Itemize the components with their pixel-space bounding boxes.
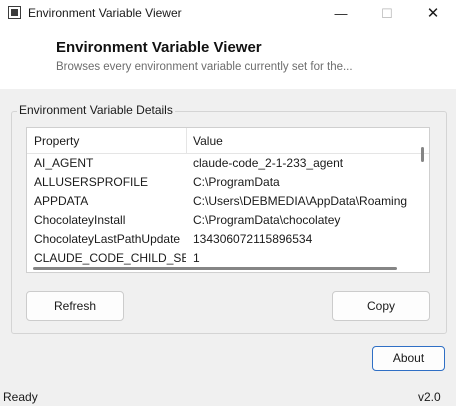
value-cell: C:\ProgramData\chocolatey: [193, 213, 341, 227]
table-row[interactable]: APPDATA C:\Users\DEBMEDIA\AppData\Roamin…: [27, 192, 417, 211]
table-row[interactable]: CLAUDE_CODE_CHILD_SES... 1: [27, 249, 417, 268]
status-bar: Ready v2.0: [0, 388, 456, 406]
column-header-value[interactable]: Value: [193, 134, 223, 148]
page-subtitle: Browses every environment variable curre…: [56, 61, 353, 73]
title-bar: Environment Variable Viewer — ☐ ✕: [0, 0, 456, 27]
copy-button[interactable]: Copy: [332, 291, 430, 321]
value-cell: 1: [193, 251, 200, 265]
property-cell: ChocolateyLastPathUpdate: [34, 232, 181, 246]
value-cell: C:\Users\DEBMEDIA\AppData\Roaming: [193, 194, 408, 208]
horizontal-scrollbar[interactable]: [33, 267, 397, 270]
property-cell: APPDATA: [34, 194, 89, 208]
table-row[interactable]: ChocolateyLastPathUpdate 134306072115896…: [27, 230, 417, 249]
column-separator[interactable]: [186, 128, 187, 154]
table-row[interactable]: ChocolateyInstall C:\ProgramData\chocola…: [27, 211, 417, 230]
minimize-button[interactable]: —: [318, 0, 364, 27]
status-text: Ready: [3, 390, 38, 404]
maximize-button[interactable]: ☐: [364, 0, 410, 27]
group-legend: Environment Variable Details: [17, 103, 175, 117]
window-title: Environment Variable Viewer: [28, 6, 182, 20]
table-row[interactable]: AI_AGENT claude-code_2-1-233_agent: [27, 154, 417, 173]
version-label: v2.0: [418, 390, 441, 404]
list-header: Property Value: [27, 128, 429, 154]
value-cell: 134306072115896534: [193, 232, 313, 246]
property-cell: ALLUSERSPROFILE: [34, 175, 149, 189]
property-cell: AI_AGENT: [34, 156, 94, 170]
vertical-scrollbar[interactable]: [421, 147, 424, 162]
property-cell: ChocolateyInstall: [34, 213, 126, 227]
value-cell: C:\ProgramData: [193, 175, 280, 189]
environment-variable-list[interactable]: Property Value AI_AGENT claude-code_2-1-…: [26, 127, 430, 273]
about-button[interactable]: About: [372, 346, 445, 371]
column-header-property[interactable]: Property: [34, 134, 79, 148]
property-cell: CLAUDE_CODE_CHILD_SES...: [34, 251, 186, 265]
table-row[interactable]: ALLUSERSPROFILE C:\ProgramData: [27, 173, 417, 192]
list-rows: AI_AGENT claude-code_2-1-233_agent ALLUS…: [27, 154, 417, 268]
close-button[interactable]: ✕: [410, 0, 456, 27]
page-title: Environment Variable Viewer: [56, 39, 262, 56]
header-panel: Environment Variable Viewer Browses ever…: [0, 27, 456, 89]
refresh-button[interactable]: Refresh: [26, 291, 124, 321]
value-cell: claude-code_2-1-233_agent: [193, 156, 344, 170]
app-icon: [8, 6, 21, 19]
